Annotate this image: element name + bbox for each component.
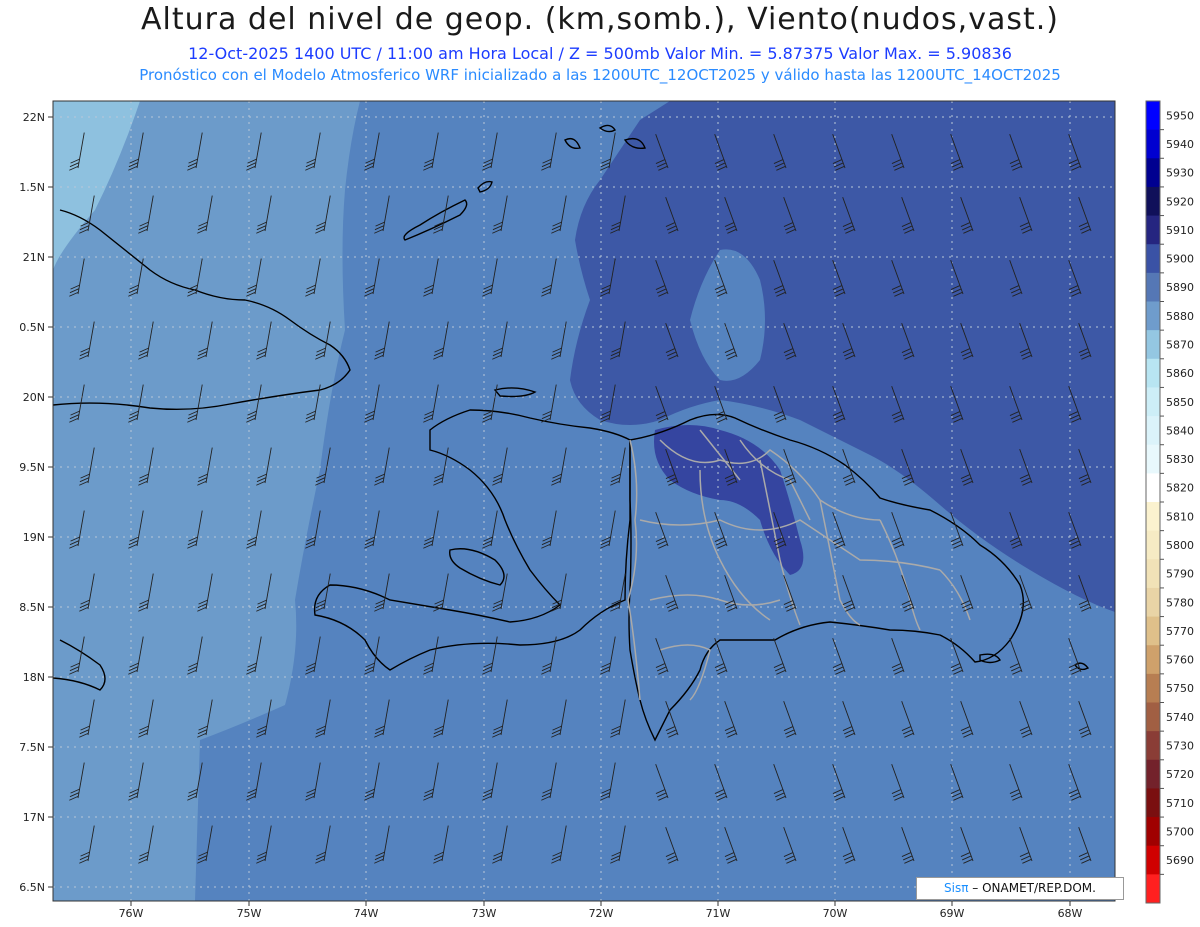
lon-label: 74W <box>354 907 379 920</box>
colorbar-label: 5810 <box>1166 510 1194 523</box>
colorbar-swatch <box>1146 416 1160 446</box>
longitude-ticks <box>130 901 1071 906</box>
colorbar-swatch <box>1146 587 1160 618</box>
colorbar-swatch <box>1146 530 1160 560</box>
latitude-labels: 22N 1.5N 21N 0.5N 20N 9.5N 19N 8.5N 18N … <box>19 111 45 894</box>
colorbar-label: 5730 <box>1166 739 1194 752</box>
colorbar-label: 5700 <box>1166 825 1194 838</box>
lat-label: 8.5N <box>19 601 45 614</box>
lat-label: 7.5N <box>19 741 45 754</box>
colorbar-swatch <box>1146 186 1160 217</box>
colorbar-label: 5950 <box>1166 109 1194 122</box>
colorbar-swatch <box>1146 301 1160 331</box>
colorbar-swatch <box>1146 215 1160 245</box>
colorbar-label: 5720 <box>1166 768 1194 781</box>
colorbar-label: 5740 <box>1166 711 1194 724</box>
colorbar-label: 5710 <box>1166 797 1194 810</box>
colorbar-swatch <box>1146 673 1160 703</box>
colorbar-label: 5940 <box>1166 138 1194 151</box>
lat-label: 18N <box>23 671 45 684</box>
colorbar-label: 5780 <box>1166 596 1194 609</box>
lon-label: 70W <box>823 907 848 920</box>
colorbar-swatch <box>1146 330 1160 360</box>
geopotential-map: 22N 1.5N 21N 0.5N 20N 9.5N 19N 8.5N 18N … <box>19 100 1194 920</box>
colorbar-label: 5840 <box>1166 424 1194 437</box>
colorbar-swatch <box>1146 759 1160 789</box>
colorbar-swatch <box>1146 731 1160 761</box>
colorbar-label: 5860 <box>1166 367 1194 380</box>
colorbar-swatch <box>1146 559 1160 589</box>
lat-label: 22N <box>23 111 45 124</box>
colorbar-swatch <box>1146 502 1160 532</box>
colorbar-label: 5900 <box>1166 253 1194 266</box>
lon-label: 71W <box>706 907 731 920</box>
colorbar-label: 5690 <box>1166 854 1194 867</box>
lat-label: 21N <box>23 251 45 264</box>
colorbar-swatch <box>1146 616 1160 646</box>
credit-box: Sisπ – ONAMET/REP.DOM. <box>916 877 1124 900</box>
colorbar-swatch <box>1146 817 1160 847</box>
colorbar-swatch <box>1146 444 1160 474</box>
colorbar-label: 5930 <box>1166 167 1194 180</box>
colorbar-label: 5920 <box>1166 195 1194 208</box>
map-plot-area <box>53 101 1115 901</box>
colorbar-label: 5820 <box>1166 482 1194 495</box>
colorbar-label: 5760 <box>1166 654 1194 667</box>
colorbar-swatch <box>1146 473 1160 503</box>
colorbar-swatch <box>1146 645 1160 675</box>
colorbar-label: 5790 <box>1166 568 1194 581</box>
colorbar-swatch <box>1146 845 1160 875</box>
colorbar-label: 5890 <box>1166 281 1194 294</box>
colorbar-label: 5750 <box>1166 682 1194 695</box>
colorbar-swatch <box>1146 788 1160 818</box>
colorbar-swatch <box>1146 272 1160 302</box>
lon-label: 73W <box>472 907 497 920</box>
lon-label: 76W <box>119 907 144 920</box>
colorbar-swatch <box>1146 358 1160 388</box>
colorbar-label: 5830 <box>1166 453 1194 466</box>
colorbar-label: 5910 <box>1166 224 1194 237</box>
colorbar-label: 5850 <box>1166 396 1194 409</box>
credit-org: – ONAMET/REP.DOM. <box>968 881 1096 895</box>
lat-label: 9.5N <box>19 461 45 474</box>
lon-label: 72W <box>589 907 614 920</box>
colorbar-swatch <box>1146 702 1160 732</box>
credit-sis: Sisπ <box>944 881 969 895</box>
lat-label: 6.5N <box>19 881 45 894</box>
lat-label: 0.5N <box>19 321 45 334</box>
lat-label: 19N <box>23 531 45 544</box>
colorbar-label: 5870 <box>1166 338 1194 351</box>
lat-label: 17N <box>23 811 45 824</box>
colorbar-swatch <box>1146 244 1160 274</box>
lon-label: 68W <box>1058 907 1083 920</box>
colorbar-swatch <box>1146 387 1160 417</box>
colorbar-swatch <box>1146 129 1160 159</box>
lat-label: 20N <box>23 391 45 404</box>
colorbar-swatch <box>1146 158 1160 188</box>
lon-label: 69W <box>940 907 965 920</box>
lat-label: 1.5N <box>19 181 45 194</box>
lon-label: 75W <box>237 907 262 920</box>
colorbar: 5950 5940 5930 5920 5910 5900 5890 5880 5870 5860… <box>1145 100 1194 904</box>
colorbar-label: 5800 <box>1166 539 1194 552</box>
longitude-labels: 76W 75W 74W 73W 72W 71W 70W 69W 68W <box>119 907 1083 920</box>
colorbar-swatch <box>1146 101 1160 131</box>
colorbar-label: 5880 <box>1166 310 1194 323</box>
latitude-ticks <box>48 116 53 888</box>
colorbar-swatch <box>1146 874 1160 904</box>
colorbar-label: 5770 <box>1166 625 1194 638</box>
